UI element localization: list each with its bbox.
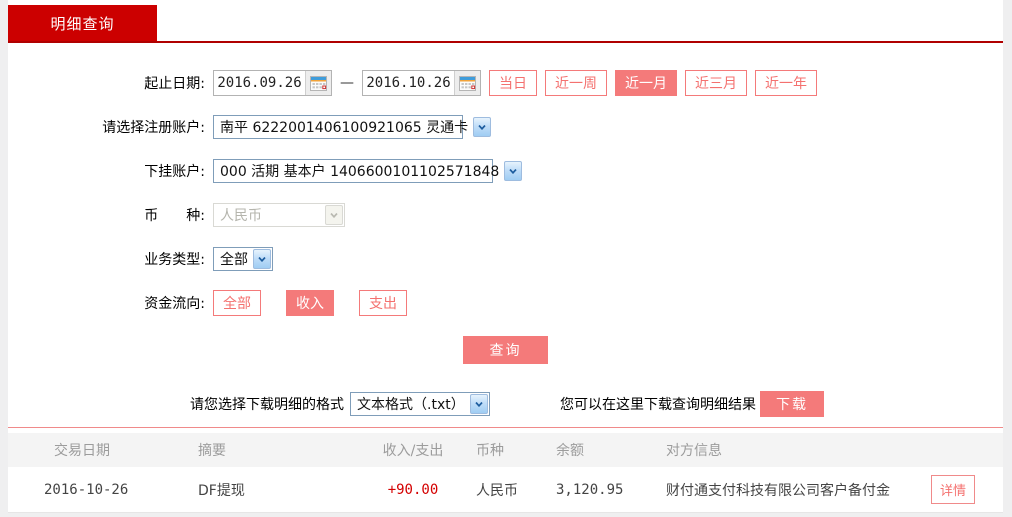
currency-select: 人民币 [213,203,345,227]
sub-account-value: 000 活期 基本户 1406600101102571848 [220,164,500,180]
quick-range-quarter-button[interactable]: 近三月 [685,70,747,96]
end-date-value[interactable]: 2016.10.26 [363,75,454,91]
header-summary: 摘要 [198,443,226,459]
fund-flow-expense-button[interactable]: 支出 [359,290,407,316]
chevron-down-icon[interactable] [504,161,523,181]
calendar-icon [459,75,476,91]
chevron-down-icon[interactable] [470,394,488,414]
header-balance: 余额 [556,443,584,459]
registered-account-value: 南平 6222001406100921065 灵通卡 [220,120,469,136]
fund-flow-label: 资金流向: [144,296,205,312]
business-type-row: 业务类型: 全部 [8,246,1003,272]
cell-counterparty: 财付通支付科技有限公司客户备付金 [666,482,890,499]
table-top-divider [8,427,1003,428]
currency-row: 币 种: 人民币 [8,202,1003,228]
end-date-calendar-button[interactable] [454,71,480,95]
download-hint-text: 您可以在这里下载查询明细结果 [560,397,756,413]
content-panel: 明细查询 起止日期: 2016.09.26 — 2016.10.26 当日 近一… [8,0,1003,513]
download-row: 请您选择下载明细的格式 文本格式（.txt） 您可以在这里下载查询明细结果 下载 [8,391,1003,417]
chevron-down-icon [325,205,343,225]
date-range-row: 起止日期: 2016.09.26 — 2016.10.26 当日 近一周 近一月… [8,70,1003,96]
download-format-value: 文本格式（.txt） [357,397,465,413]
end-date-input[interactable]: 2016.10.26 [362,70,481,96]
business-type-select[interactable]: 全部 [213,247,273,271]
sub-account-label: 下挂账户: [144,164,205,180]
query-button[interactable]: 查询 [463,336,548,364]
cell-balance: 3,120.95 [556,481,624,498]
table-row: 2016-10-26 DF提现 +90.00 人民币 3,120.95 财付通支… [8,467,1003,513]
cell-summary: DF提现 [198,482,245,499]
chevron-down-icon[interactable] [473,117,492,137]
cell-amount: +90.00 [387,481,439,498]
quick-range-month-button[interactable]: 近一月 [615,70,677,96]
quick-range-year-button[interactable]: 近一年 [755,70,817,96]
tab-detail-query[interactable]: 明细查询 [8,5,157,41]
header-counterparty: 对方信息 [666,443,722,459]
fund-flow-row: 资金流向: 全部 收入 支出 [8,290,1003,316]
cell-action: 详情 [931,475,1003,504]
chevron-down-icon[interactable] [253,249,271,269]
business-type-value: 全部 [220,252,248,268]
cell-currency: 人民币 [476,482,518,499]
detail-button[interactable]: 详情 [931,475,976,504]
fund-flow-all-button[interactable]: 全部 [213,290,261,316]
query-button-row: 查询 [8,336,1003,364]
download-format-select[interactable]: 文本格式（.txt） [350,392,490,416]
query-form: 起止日期: 2016.09.26 — 2016.10.26 当日 近一周 近一月… [8,43,1003,316]
header-currency: 币种 [476,443,504,459]
currency-value: 人民币 [220,208,262,224]
header-trade-date: 交易日期 [54,443,110,459]
fund-flow-income-button[interactable]: 收入 [286,290,334,316]
download-button[interactable]: 下载 [760,391,824,417]
cell-trade-date: 2016-10-26 [44,481,129,498]
quick-range-week-button[interactable]: 近一周 [545,70,607,96]
page: 明细查询 起止日期: 2016.09.26 — 2016.10.26 当日 近一… [0,0,1012,517]
registered-account-select[interactable]: 南平 6222001406100921065 灵通卡 [213,115,492,139]
registered-account-row: 请选择注册账户: 南平 6222001406100921065 灵通卡 [8,114,1003,140]
registered-account-label: 请选择注册账户: [102,120,205,136]
table-header-row: 交易日期 摘要 收入/支出 币种 余额 对方信息 [8,433,1003,467]
business-type-label: 业务类型: [144,252,205,268]
results-table: 交易日期 摘要 收入/支出 币种 余额 对方信息 2016-10-26 DF提现… [8,433,1003,513]
sub-account-row: 下挂账户: 000 活期 基本户 1406600101102571848 [8,158,1003,184]
sub-account-select[interactable]: 000 活期 基本户 1406600101102571848 [213,159,523,183]
start-date-calendar-button[interactable] [305,71,331,95]
calendar-icon [310,75,327,91]
date-separator: — [340,75,354,91]
tab-bar: 明细查询 [8,0,1003,41]
currency-label: 币 种: [144,208,205,224]
header-income-expense: 收入/支出 [382,443,444,459]
date-range-label: 起止日期: [144,76,205,92]
quick-range-today-button[interactable]: 当日 [489,70,537,96]
start-date-value[interactable]: 2016.09.26 [214,75,305,91]
start-date-input[interactable]: 2016.09.26 [213,70,332,96]
download-format-label: 请您选择下载明细的格式 [190,397,344,413]
